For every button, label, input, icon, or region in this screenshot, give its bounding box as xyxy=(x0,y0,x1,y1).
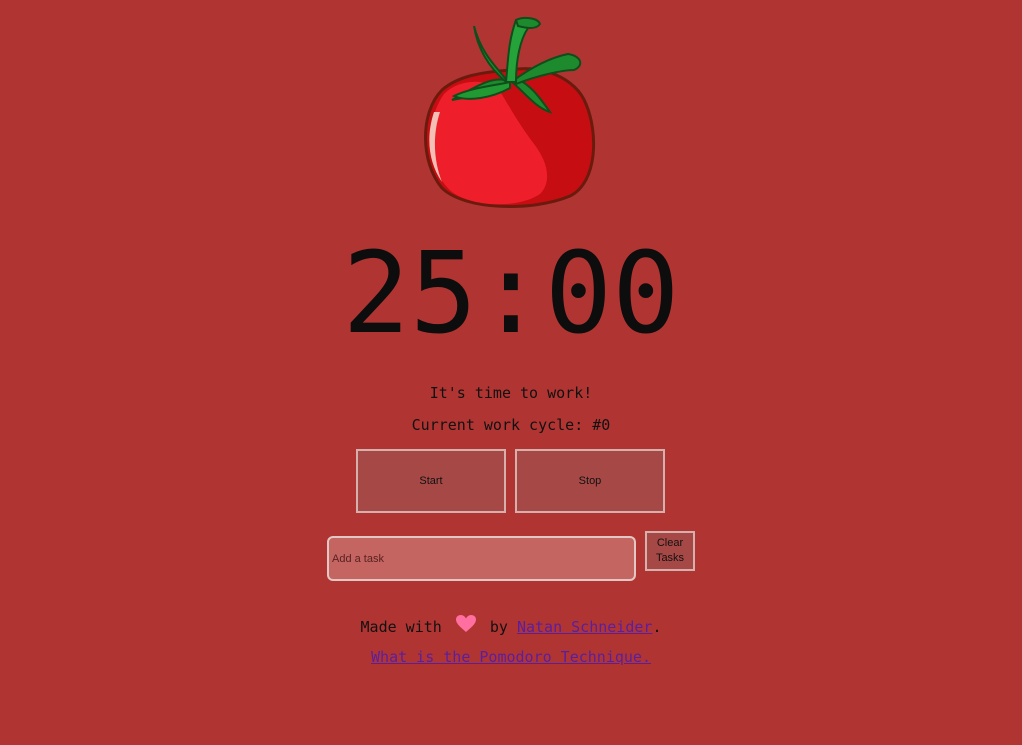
work-cycle-counter: Current work cycle: #0 xyxy=(411,416,611,434)
author-link[interactable]: Natan Schneider xyxy=(517,618,652,636)
footer-credits: Made with by Natan Schneider. xyxy=(0,614,1022,639)
tomato-icon xyxy=(424,16,596,208)
heart-icon xyxy=(455,615,476,632)
clear-tasks-button[interactable]: Clear Tasks xyxy=(645,531,695,571)
task-input[interactable]: Add a task xyxy=(327,536,636,581)
stop-button[interactable]: Stop xyxy=(515,449,665,513)
footer-period: . xyxy=(652,618,662,636)
status-message: It's time to work! xyxy=(429,384,593,402)
pomodoro-technique-link[interactable]: What is the Pomodoro Technique. xyxy=(371,648,651,666)
made-with-text: Made with xyxy=(360,618,442,636)
clear-tasks-label-line1: Clear xyxy=(656,537,684,549)
timer-display: 25:00 xyxy=(342,229,680,359)
start-button[interactable]: Start xyxy=(356,449,506,513)
pomodoro-technique-row: What is the Pomodoro Technique. xyxy=(0,647,1022,667)
clear-tasks-label-line2: Tasks xyxy=(655,552,685,564)
task-input-placeholder: Add a task xyxy=(332,552,384,565)
by-text: by xyxy=(489,618,508,636)
